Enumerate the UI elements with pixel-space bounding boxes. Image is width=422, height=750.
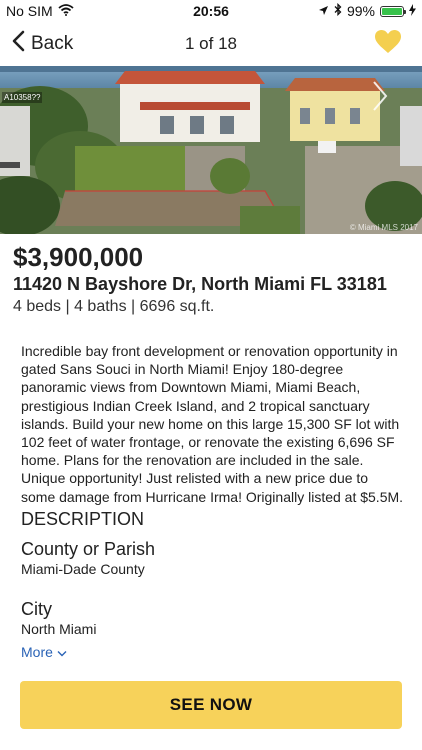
- listing-address: 11420 N Bayshore Dr, North Miami FL 3318…: [13, 274, 387, 294]
- chevron-down-icon: [57, 644, 67, 660]
- county-value: Miami-Dade County: [21, 561, 145, 577]
- see-now-label: SEE NOW: [169, 695, 253, 714]
- status-bar: No SIM 20:56 99%: [0, 0, 422, 22]
- battery-percent: 99%: [346, 3, 375, 19]
- location-arrow-icon: [318, 3, 329, 19]
- see-now-button[interactable]: SEE NOW: [20, 681, 402, 729]
- status-right: 99%: [318, 2, 416, 19]
- bluetooth-icon: [334, 2, 342, 19]
- charging-bolt-icon: [409, 3, 416, 19]
- heart-icon: [374, 30, 402, 58]
- city-value: North Miami: [21, 621, 97, 637]
- photo-id-label: A10358??: [2, 92, 43, 103]
- favorite-button[interactable]: [374, 29, 402, 59]
- city-label: City: [21, 599, 52, 619]
- more-link[interactable]: More: [21, 644, 67, 660]
- more-label: More: [21, 644, 53, 660]
- next-photo-button[interactable]: [372, 80, 388, 112]
- photo-watermark: © Miami MLS 2017: [349, 223, 418, 232]
- county-label: County or Parish: [21, 539, 156, 559]
- listing-description: Incredible bay front development or reno…: [21, 343, 404, 505]
- listing-price: $3,900,000: [13, 242, 144, 272]
- page-counter: 1 of 18: [185, 34, 237, 53]
- section-title-description: DESCRIPTION: [21, 509, 145, 529]
- property-photo[interactable]: A10358?? © Miami MLS 2017: [0, 66, 422, 234]
- battery-level: [382, 7, 402, 15]
- chevron-right-icon: [372, 80, 388, 112]
- nav-bar: Back 1 of 18: [0, 22, 422, 66]
- listing-specs: 4 beds | 4 baths | 6696 sq.ft.: [13, 298, 215, 315]
- aerial-photo-image: [0, 66, 422, 234]
- battery-icon: [380, 5, 406, 17]
